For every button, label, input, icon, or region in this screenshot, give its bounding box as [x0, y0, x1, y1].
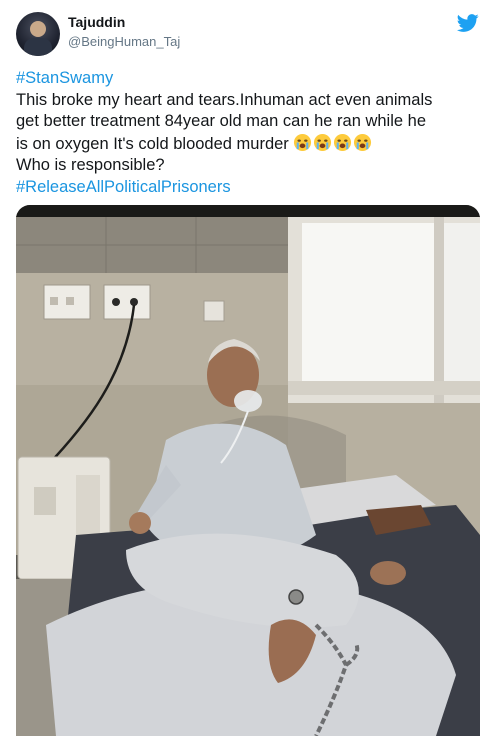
tweet-line-3: is on oxygen It's cold blooded murder [16, 134, 289, 153]
emoji-row [293, 133, 373, 153]
twitter-bird-icon[interactable] [456, 12, 480, 34]
crying-face-icon [354, 133, 372, 151]
photo-scene [16, 205, 480, 736]
tweet-line-4: Who is responsible? [16, 156, 165, 174]
crying-face-icon [314, 133, 332, 151]
tweet-line-1: This broke my heart and tears.Inhuman ac… [16, 90, 433, 109]
avatar[interactable] [16, 12, 60, 56]
tweet-photo[interactable] [16, 205, 480, 736]
tweet-line-2: get better treatment 84year old man can … [16, 112, 426, 130]
avatar-face [30, 21, 46, 37]
hashtag-release-all-political-prisoners[interactable]: #ReleaseAllPoliticalPrisoners [16, 178, 231, 196]
tweet-text: #StanSwamy This broke my heart and tears… [16, 68, 478, 198]
crying-face-icon [334, 133, 352, 151]
author-name[interactable]: Tajuddin [68, 14, 125, 30]
hashtag-stanswamy[interactable]: #StanSwamy [16, 69, 113, 87]
crying-face-icon [294, 133, 312, 151]
avatar-body [24, 38, 52, 56]
author-handle[interactable]: @BeingHuman_Taj [68, 34, 180, 49]
tweet-card: Tajuddin @BeingHuman_Taj #StanSwamy This… [0, 0, 486, 736]
